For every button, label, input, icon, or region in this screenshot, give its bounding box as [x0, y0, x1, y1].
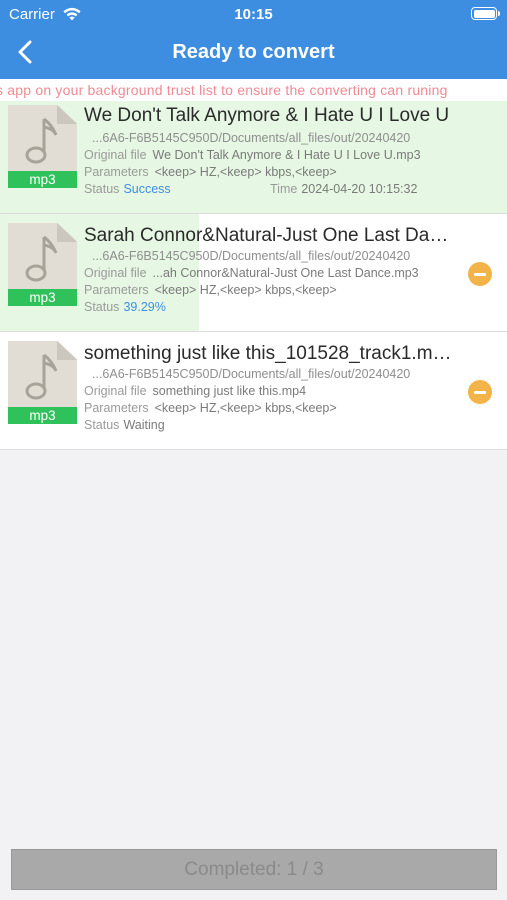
status-row: Status Success	[84, 182, 171, 196]
parameters-value: <keep> HZ,<keep> kbps,<keep>	[154, 401, 337, 415]
output-path: ...6A6-F6B5145C950D/Documents/all_files/…	[92, 249, 411, 263]
completed-button[interactable]: Completed: 1 / 3	[11, 849, 497, 890]
status-value: Waiting	[123, 418, 165, 432]
list-item[interactable]: mp3 Sarah Connor&Natural-Just One Last D…	[0, 214, 507, 332]
original-file-label: Original file	[84, 266, 147, 280]
audio-file-icon: mp3	[8, 223, 77, 306]
parameters-row: Parameters <keep> HZ,<keep> kbps,<keep>	[84, 401, 337, 415]
time-value: 2024-04-20 10:15:32	[301, 182, 418, 196]
output-path: ...6A6-F6B5145C950D/Documents/all_files/…	[92, 131, 411, 145]
parameters-label: Parameters	[84, 401, 149, 415]
original-file-value: We Don't Talk Anymore & I Hate U I Love …	[152, 148, 421, 162]
music-note-icon	[25, 117, 58, 164]
file-name: something just like this_101528_track1.m…	[84, 343, 452, 364]
format-label: mp3	[8, 407, 77, 424]
output-path: ...6A6-F6B5145C950D/Documents/all_files/…	[92, 367, 411, 381]
status-row: Status Waiting	[84, 418, 165, 432]
music-note-icon	[25, 353, 58, 400]
page-title: Ready to convert	[172, 41, 335, 63]
original-file-row: Original file ...ah Connor&Natural-Just O…	[84, 266, 419, 280]
remove-button[interactable]	[468, 380, 492, 404]
status-label: Status	[84, 418, 120, 432]
original-file-value: something just like this.mp4	[152, 384, 307, 398]
status-label: Status	[84, 300, 120, 314]
time-row: Time 2024-04-20 10:15:32	[270, 182, 417, 196]
original-file-row: Original file We Don't Talk Anymore & I H…	[84, 148, 421, 162]
background-trust-banner: s app on your background trust list to e…	[0, 79, 507, 101]
parameters-row: Parameters <keep> HZ,<keep> kbps,<keep>	[84, 165, 337, 179]
parameters-row: Parameters <keep> HZ,<keep> kbps,<keep>	[84, 283, 337, 297]
original-file-label: Original file	[84, 384, 147, 398]
parameters-value: <keep> HZ,<keep> kbps,<keep>	[154, 165, 337, 179]
audio-file-icon: mp3	[8, 105, 77, 188]
status-label: Status	[84, 182, 120, 196]
list-item[interactable]: mp3 something just like this_101528_trac…	[0, 332, 507, 450]
status-value: Success	[123, 182, 171, 196]
remove-button[interactable]	[468, 262, 492, 286]
music-note-icon	[25, 235, 58, 282]
format-label: mp3	[8, 171, 77, 188]
time-label: Time	[270, 182, 298, 196]
file-name: Sarah Connor&Natural-Just One Last Dance	[84, 225, 452, 246]
navigation-header: Carrier 10:15 Ready to convert	[0, 0, 507, 79]
original-file-value: ...ah Connor&Natural-Just One Last Dance…	[152, 266, 419, 280]
parameters-value: <keep> HZ,<keep> kbps,<keep>	[154, 283, 337, 297]
audio-file-icon: mp3	[8, 341, 77, 424]
status-value: 39.29%	[123, 300, 166, 314]
file-name: We Don't Talk Anymore & I Hate U I Love …	[84, 105, 450, 126]
original-file-row: Original file something just like this.mp…	[84, 384, 306, 398]
clock: 10:15	[234, 6, 273, 23]
parameters-label: Parameters	[84, 165, 149, 179]
battery-icon	[471, 7, 500, 20]
parameters-label: Parameters	[84, 283, 149, 297]
status-row: Status 39.29%	[84, 300, 166, 314]
list-item[interactable]: mp3 We Don't Talk Anymore & I Hate U I L…	[0, 101, 507, 214]
banner-text: s app on your background trust list to e…	[0, 82, 448, 98]
format-label: mp3	[8, 289, 77, 306]
status-bar: Carrier 10:15	[0, 0, 507, 28]
original-file-label: Original file	[84, 148, 147, 162]
